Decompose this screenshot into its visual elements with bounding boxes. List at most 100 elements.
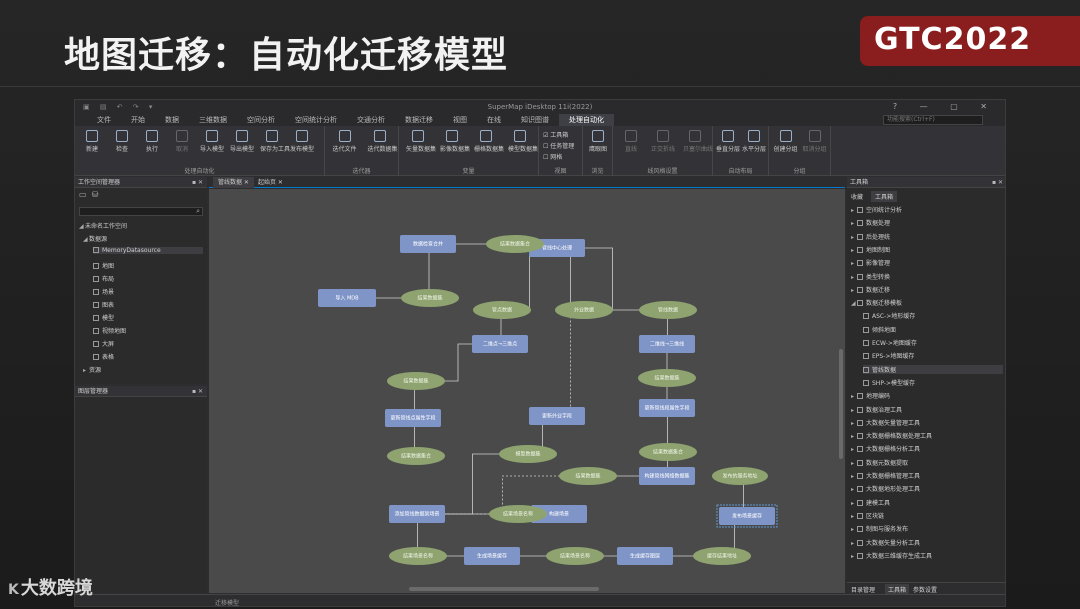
menu-item-9[interactable]: 在线 [477,114,511,126]
tree-memory-datasource[interactable]: MemoryDatasource [93,247,203,254]
ribbon-button-7-0[interactable]: 创建分组 [774,130,798,153]
view-checkbox-2[interactable]: ☐ 网格 [543,152,562,161]
toolbox-item-2[interactable]: ▸ 后处理统 [851,232,890,241]
ribbon-button-7-1[interactable]: 取消分组 [803,130,827,153]
ribbon-button-5-2[interactable]: 贝塞尔曲线 [683,130,713,153]
menu-item-6[interactable]: 交通分析 [347,114,395,126]
model-connector[interactable] [501,247,557,313]
tree-item-7[interactable]: 表格 [93,352,114,361]
toolbox-item-13[interactable]: SHP->模型缓存 [863,378,915,387]
tree-item-4[interactable]: 模型 [93,313,114,322]
toolbox-item-15[interactable]: ▸ 数据治理工具 [851,405,902,414]
ribbon-button-0-4[interactable]: 导入模型 [200,130,224,153]
search-icon[interactable]: ⌕ [196,207,200,216]
ribbon-button-0-7[interactable]: 发布模型 [290,130,314,153]
toolbox-item-22[interactable]: ▸ 建模工具 [851,498,890,507]
ribbon-button-2-2[interactable]: 栅格数据集 [474,130,504,153]
menu-item-10[interactable]: 知识图谱 [511,114,559,126]
tab-toolbox[interactable]: 工具箱 [871,191,898,202]
ribbon-button-5-1[interactable]: 正交折线 [651,130,675,153]
model-process-label: 构建场景 [549,511,569,518]
toolbox-item-4[interactable]: ▸ 影像管理 [851,258,890,267]
menu-item-1[interactable]: 开始 [121,114,155,126]
ribbon-button-0-6[interactable]: 保存为工具 [260,130,290,153]
tab-directory-manager[interactable]: 目录管理 [851,585,875,594]
toolbox-item-9[interactable]: 倾斜地面 [863,325,896,334]
toolbox-item-3[interactable]: ▸ 地图制图 [851,245,890,254]
menu-item-0[interactable]: 文件 [87,114,121,126]
toolbox-item-16[interactable]: ▸ 大数据矢量管理工具 [851,418,920,427]
tree-workspace-root[interactable]: ◢未命名工作空间 [79,221,127,230]
view-checkbox-1[interactable]: ☐ 任务管理 [543,141,574,150]
ribbon-button-0-3[interactable]: 取消 [170,130,194,153]
toolbox-item-6[interactable]: ▸ 数据迁移 [851,285,890,294]
ribbon-button-1-1[interactable]: 迭代数据集 [368,130,398,153]
ribbon-button-4-0[interactable]: 鹰眼图 [586,130,610,153]
menu-item-8[interactable]: 视图 [443,114,477,126]
view-checkbox-0[interactable]: ☑ 工具箱 [543,130,568,139]
toolbox-item-26[interactable]: ▸ 大数据三维缓存生成工具 [851,551,932,560]
tree-item-8[interactable]: ▸ 资源 [83,365,101,374]
database-icon[interactable]: ⛁ [92,190,99,199]
tab-parameter-settings[interactable]: 参数设置 [913,585,937,594]
tree-item-6[interactable]: 大屏 [93,339,114,348]
vertical-scrollbar[interactable] [839,349,843,459]
menu-item-3[interactable]: 三维数据 [189,114,237,126]
toolbox-item-21[interactable]: ▸ 大数据地形处理工具 [851,484,920,493]
toolbox-item-24[interactable]: ▸ 制图与服务发布 [851,524,908,533]
toolbox-item-5[interactable]: ▸ 类型转换 [851,272,890,281]
menu-item-4[interactable]: 空间分析 [237,114,285,126]
close-icon[interactable]: ▪ ✕ [992,177,1003,188]
tree-item-5[interactable]: 视频地图 [93,326,126,335]
tab-favorites[interactable]: 收藏 [851,192,863,201]
ribbon-button-2-0[interactable]: 矢量数据集 [406,130,436,153]
toolbox-item-11[interactable]: EPS->地图缓存 [863,351,914,360]
menu-item-7[interactable]: 数据迁移 [395,114,443,126]
ribbon-button-0-5[interactable]: 导出模型 [230,130,254,153]
window-controls[interactable]: ? — ▢ ✕ [893,102,997,111]
function-search-input[interactable]: 功能搜索(Ctrl+F) [883,115,983,125]
close-icon[interactable]: ▪ ✕ [192,177,203,188]
menu-item-2[interactable]: 数据 [155,114,189,126]
toolbox-item-20[interactable]: ▸ 大数据栅格管理工具 [851,471,920,480]
model-process-label: 二维点→三维点 [483,341,517,348]
tree-datasources[interactable]: ◢数据源 [83,234,107,243]
model-connector[interactable] [557,247,585,313]
toolbox-item-12[interactable]: 管线数据 [863,364,1003,374]
model-connector[interactable] [556,309,584,419]
tree-item-3[interactable]: 图表 [93,300,114,309]
ribbon-button-5-0[interactable]: 直线 [619,130,643,153]
tree-item-0[interactable]: 地图 [93,261,114,270]
toolbox-item-18[interactable]: ▸ 大数据栅格分析工具 [851,444,920,453]
toolbox-item-17[interactable]: ▸ 大数据栅格数据处理工具 [851,431,932,440]
ribbon-button-2-1[interactable]: 影像数据集 [440,130,470,153]
model-connector[interactable] [557,247,669,313]
tree-item-1[interactable]: 布局 [93,274,114,283]
toolbox-item-19[interactable]: ▸ 数据元数据提取 [851,458,908,467]
ribbon-button-0-1[interactable]: 检查 [110,130,134,153]
ribbon-button-2-3[interactable]: 模型数据集 [508,130,538,153]
toolbox-item-10[interactable]: ECW->地图缓存 [863,338,917,347]
open-icon[interactable]: ▭ [79,190,87,199]
toolbox-item-25[interactable]: ▸ 大数据矢量分析工具 [851,538,920,547]
ribbon-button-6-1[interactable]: 水平分层 [742,130,766,153]
toolbox-item-23[interactable]: ▸ 区块链 [851,511,884,520]
toolbox-item-1[interactable]: ▸ 数据处理 [851,218,890,227]
ribbon-button-0-2[interactable]: 执行 [140,130,164,153]
ribbon-button-1-0[interactable]: 迭代文件 [333,130,357,153]
tab-start-page[interactable]: 起始页 ✕ [253,177,288,188]
workspace-search-input[interactable]: ⌕ [79,207,203,216]
tree-item-2[interactable]: 场景 [93,287,114,296]
close-icon[interactable]: ▪ ✕ [192,386,203,397]
horizontal-scrollbar[interactable] [409,587,599,591]
model-canvas[interactable]: 导入 MDB 数据检查合并 管线中心处理 二维点→三维点 二维线→三维线 更新管线点属性字… [209,189,845,593]
toolbox-item-14[interactable]: ▸ 地理编码 [851,391,890,400]
toolbox-item-8[interactable]: ASC->地形缓存 [863,311,915,320]
toolbox-item-7[interactable]: ◢ 数据迁移模板 [851,298,902,307]
menu-item-11[interactable]: 处理自动化 [559,114,614,126]
tab-pipeline-data[interactable]: 管线数据 ✕ [213,177,254,188]
ribbon-button-6-0[interactable]: 垂直分层 [716,130,740,153]
toolbox-item-0[interactable]: ▸ 空间统计分析 [851,205,902,214]
ribbon-button-0-0[interactable]: 新建 [80,130,104,153]
menu-item-5[interactable]: 空间统计分析 [285,114,347,126]
